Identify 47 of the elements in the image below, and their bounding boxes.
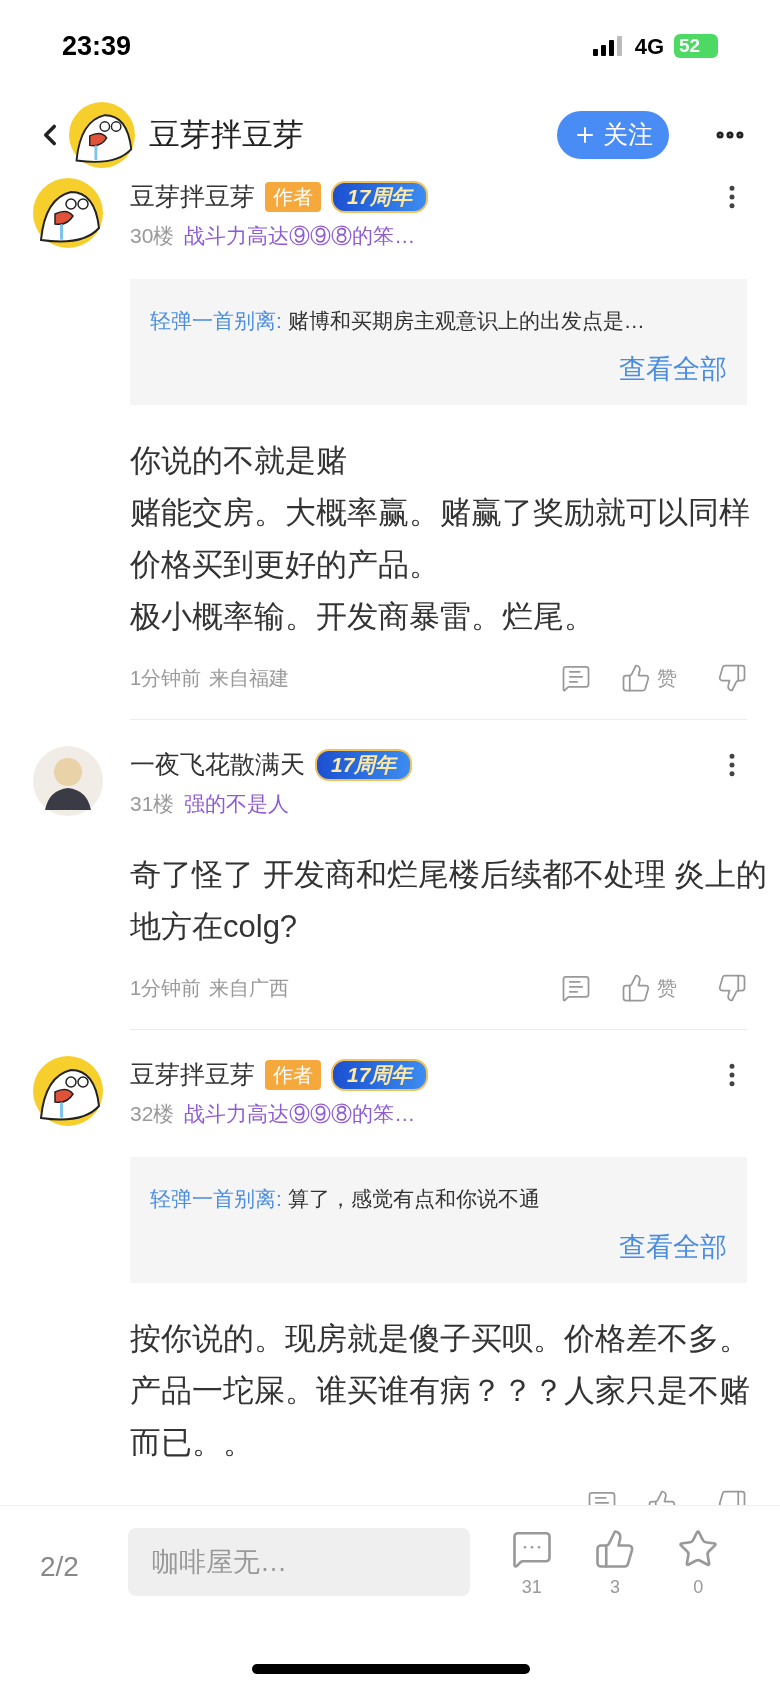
view-all-link[interactable]: 查看全部	[619, 348, 727, 389]
follow-button[interactable]: 关注	[557, 111, 669, 159]
post-time: 1分钟前	[130, 976, 202, 1001]
quote-text: 轻弹一首别离: 赌博和买期房主观意识上的出发点是…	[150, 308, 646, 334]
author-name[interactable]: 豆芽拌豆芽	[130, 1056, 255, 1094]
author-name[interactable]: 豆芽拌豆芽	[130, 178, 255, 216]
floor-number: 31楼	[130, 790, 175, 817]
avatar[interactable]	[33, 1056, 103, 1126]
page-indicator[interactable]: 2/2	[40, 1546, 128, 1588]
anniversary-tag: 17周年	[315, 748, 413, 781]
avatar[interactable]	[33, 178, 103, 248]
comment-text: 奇了怪了 开发商和烂尾楼后续都不处理 炎上的地方在colg?	[130, 856, 769, 946]
comment-text: 赌能交房。大概率赢。赌赢了奖励就可以同样价格买到更好的产品。	[130, 494, 751, 584]
reply-field[interactable]: 咖啡屋无…	[128, 1528, 470, 1596]
floor-number: 30楼	[130, 222, 175, 249]
quote-box[interactable]: 轻弹一首别离: 算了，感觉有点和你说不通 查看全部	[130, 1157, 747, 1283]
user-title: 战斗力高达⑨⑨⑧的笨…	[184, 222, 416, 249]
like-button[interactable]: 3	[594, 1528, 636, 1601]
avatar[interactable]	[33, 746, 103, 816]
comment-text: 你说的不就是赌	[130, 442, 348, 480]
anniversary-tag: 17周年	[331, 180, 429, 213]
comment-text: 极小概率输。开发商暴雷。烂尾。	[130, 598, 596, 636]
floor-number: 32楼	[130, 1100, 175, 1127]
status-time: 23:39	[62, 29, 132, 63]
network-label: 4G	[634, 32, 664, 61]
quote-text: 轻弹一首别离: 算了，感觉有点和你说不通	[150, 1186, 541, 1212]
author-name[interactable]: 一夜飞花散满天	[130, 746, 305, 784]
author-tag: 作者	[265, 181, 321, 212]
avatar[interactable]	[69, 102, 135, 168]
like-button[interactable]: 赞	[621, 663, 677, 693]
signal-icon	[592, 36, 625, 56]
author-tag: 作者	[265, 1059, 321, 1090]
favorite-button[interactable]: 0	[677, 1528, 720, 1601]
quote-box[interactable]: 轻弹一首别离: 赌博和买期房主观意识上的出发点是… 查看全部	[130, 279, 747, 405]
comment-button[interactable]: 31	[510, 1528, 553, 1601]
battery-indicator: 52	[674, 34, 718, 58]
post-time: 1分钟前	[130, 666, 202, 691]
user-title: 强的不是人	[184, 790, 290, 817]
user-title: 战斗力高达⑨⑨⑧的笨…	[184, 1100, 416, 1127]
like-icon	[594, 1528, 636, 1570]
like-button[interactable]: 赞	[621, 973, 677, 1003]
comment-text: 按你说的。现房就是傻子买呗。价格差不多。产品一坨屎。谁买谁有病？？？人家只是不赌而已。。	[130, 1320, 751, 1462]
view-all-link[interactable]: 查看全部	[619, 1226, 727, 1267]
anniversary-tag: 17周年	[331, 1058, 429, 1091]
page-title: 豆芽拌豆芽	[149, 115, 304, 154]
post-location: 来自福建	[209, 666, 290, 691]
post-location: 来自广西	[209, 976, 290, 1001]
